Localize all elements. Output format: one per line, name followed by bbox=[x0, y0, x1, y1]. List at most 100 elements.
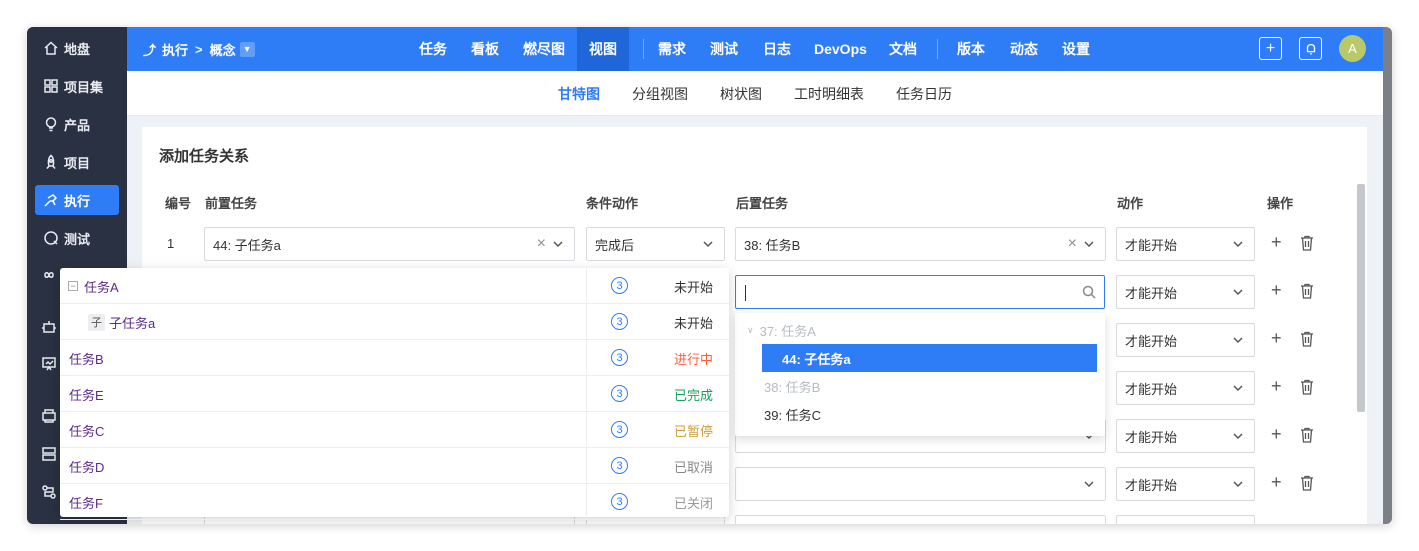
pre-task-dropdown: − 任务A 3 未开始子子任务a 3 未开始 任务B 3 进行中 任务E 3 已完成 任务C 3 已暂停 任务… bbox=[60, 268, 729, 520]
collapse-icon[interactable]: − bbox=[68, 281, 78, 291]
nav-view[interactable]: 视图 bbox=[577, 27, 629, 71]
trash-icon[interactable] bbox=[1300, 475, 1314, 491]
column-divider bbox=[586, 484, 587, 520]
action-select[interactable]: 才能开始 bbox=[1116, 275, 1255, 309]
sidebar-item-test[interactable]: 测试 bbox=[35, 223, 119, 253]
nav-burndown[interactable]: 燃尽图 bbox=[523, 27, 565, 71]
close-icon[interactable]: × bbox=[537, 236, 546, 252]
priority-badge: 3 bbox=[611, 493, 628, 510]
close-icon[interactable]: × bbox=[1068, 236, 1077, 252]
trash-icon[interactable] bbox=[1300, 331, 1314, 347]
nav-story[interactable]: 需求 bbox=[658, 27, 686, 71]
add-row-button[interactable]: + bbox=[1271, 376, 1282, 397]
action-select[interactable]: 才能开始 bbox=[1116, 371, 1255, 405]
action-select[interactable]: 才能开始 bbox=[1116, 419, 1255, 453]
avatar[interactable]: A bbox=[1339, 35, 1366, 62]
chevron-down-icon[interactable]: ▼ bbox=[239, 41, 255, 57]
dropdown-option[interactable]: 39: 任务C bbox=[735, 400, 821, 428]
breadcrumb-separator: > bbox=[195, 41, 203, 57]
plus-icon: + bbox=[1265, 39, 1276, 57]
nav-release[interactable]: 版本 bbox=[957, 27, 985, 71]
post-task-select[interactable] bbox=[735, 467, 1106, 501]
add-row-button[interactable]: + bbox=[1271, 424, 1282, 445]
add-row-button[interactable]: + bbox=[1271, 280, 1282, 301]
pre-task-select[interactable]: 44: 子任务a × bbox=[204, 227, 575, 261]
nav-kanban[interactable]: 看板 bbox=[471, 27, 499, 71]
nav-test[interactable]: 测试 bbox=[710, 27, 738, 71]
action-select[interactable]: 才能开始 bbox=[1116, 323, 1255, 357]
tab-group-view[interactable]: 分组视图 bbox=[632, 71, 688, 116]
nav-dynamic[interactable]: 动态 bbox=[1010, 27, 1038, 71]
board-icon[interactable] bbox=[41, 356, 59, 374]
action-select[interactable]: 才能开始 bbox=[1116, 467, 1255, 501]
action-select[interactable]: 才能开始 bbox=[1116, 227, 1255, 261]
tree-list-row[interactable]: 任务C 3 已暂停 bbox=[60, 412, 729, 448]
option-label: 39: 任务C bbox=[764, 407, 822, 423]
notification-button[interactable] bbox=[1299, 37, 1322, 60]
column-divider bbox=[586, 340, 587, 376]
trash-icon[interactable] bbox=[1300, 379, 1314, 395]
tab-calendar[interactable]: 任务日历 bbox=[896, 71, 952, 116]
task-name-text: 任务E bbox=[69, 387, 104, 403]
task-name: − 任务A bbox=[68, 268, 119, 304]
bulb-icon bbox=[42, 115, 60, 133]
task-name-text: 任务D bbox=[69, 459, 105, 475]
chevron-down-icon bbox=[1082, 237, 1096, 251]
sidebar-item-home[interactable]: 地盘 bbox=[35, 33, 119, 63]
condition-select[interactable]: 完成后 bbox=[586, 227, 725, 261]
add-row-button[interactable]: + bbox=[1271, 472, 1282, 493]
task-name: 子子任务a bbox=[88, 304, 155, 340]
infinity-icon[interactable] bbox=[41, 267, 59, 285]
nav-log[interactable]: 日志 bbox=[763, 27, 791, 71]
nav-doc[interactable]: 文档 bbox=[889, 27, 917, 71]
nav-divider bbox=[937, 39, 938, 59]
task-name: 任务C bbox=[69, 412, 104, 448]
trash-icon[interactable] bbox=[1300, 235, 1314, 251]
robot-icon[interactable] bbox=[41, 319, 59, 337]
flow-icon[interactable] bbox=[41, 484, 59, 502]
nav-devops[interactable]: DevOps bbox=[814, 27, 867, 71]
sidebar-item-project[interactable]: 项目 bbox=[35, 147, 119, 177]
printer-icon[interactable] bbox=[41, 408, 59, 426]
trash-icon[interactable] bbox=[1300, 283, 1314, 299]
col-header-ops: 操作 bbox=[1267, 196, 1294, 211]
dropdown-option-selected[interactable]: 44: 子任务a bbox=[762, 344, 1097, 372]
add-row-button[interactable]: + bbox=[1271, 232, 1282, 253]
status-badge: 未开始 bbox=[674, 279, 714, 295]
priority-badge: 3 bbox=[611, 349, 628, 366]
sidebar-item-product[interactable]: 产品 bbox=[35, 109, 119, 139]
breadcrumb-current[interactable]: 概念 bbox=[210, 40, 236, 59]
nav-divider bbox=[643, 39, 644, 59]
add-row-button[interactable]: + bbox=[1271, 328, 1282, 349]
option-label: 38: 任务B bbox=[764, 379, 821, 395]
option-label: 44: 子任务a bbox=[782, 351, 851, 367]
col-header-action: 动作 bbox=[1117, 196, 1144, 211]
tree-list-row[interactable]: − 任务A 3 未开始 bbox=[60, 268, 729, 304]
tab-tree[interactable]: 树状图 bbox=[720, 71, 762, 116]
post-task-select[interactable]: 38: 任务B × bbox=[735, 227, 1106, 261]
status-badge: 已取消 bbox=[674, 459, 714, 475]
action-value: 才能开始 bbox=[1125, 429, 1178, 445]
add-button[interactable]: + bbox=[1259, 37, 1282, 60]
post-task-select[interactable] bbox=[735, 515, 1106, 524]
rocket-icon bbox=[42, 153, 60, 171]
tree-list-row[interactable]: 任务B 3 进行中 bbox=[60, 340, 729, 376]
tab-gantt[interactable]: 甘特图 bbox=[558, 71, 600, 116]
action-select[interactable] bbox=[1116, 515, 1255, 524]
tree-list-row[interactable]: 任务F 3 已关闭 bbox=[60, 484, 729, 520]
tree-list-row[interactable]: 任务E 3 已完成 bbox=[60, 376, 729, 412]
nav-settings[interactable]: 设置 bbox=[1062, 27, 1090, 71]
nav-task[interactable]: 任务 bbox=[419, 27, 447, 71]
tree-list-row[interactable]: 任务D 3 已取消 bbox=[60, 448, 729, 484]
tree-list-row[interactable]: 子子任务a 3 未开始 bbox=[60, 304, 729, 340]
post-task-search-input[interactable] bbox=[735, 275, 1105, 309]
scrollbar[interactable] bbox=[1357, 184, 1365, 412]
trash-icon[interactable] bbox=[1300, 427, 1314, 443]
chevron-down-icon bbox=[701, 237, 715, 251]
tab-timesheet[interactable]: 工时明细表 bbox=[794, 71, 864, 116]
status-badge: 进行中 bbox=[674, 351, 714, 367]
sidebar-item-program[interactable]: 项目集 bbox=[35, 71, 119, 101]
breadcrumb-root[interactable]: 执行 bbox=[162, 40, 188, 59]
sidebar-item-execution[interactable]: 执行 bbox=[35, 185, 119, 215]
server-icon[interactable] bbox=[41, 446, 59, 464]
